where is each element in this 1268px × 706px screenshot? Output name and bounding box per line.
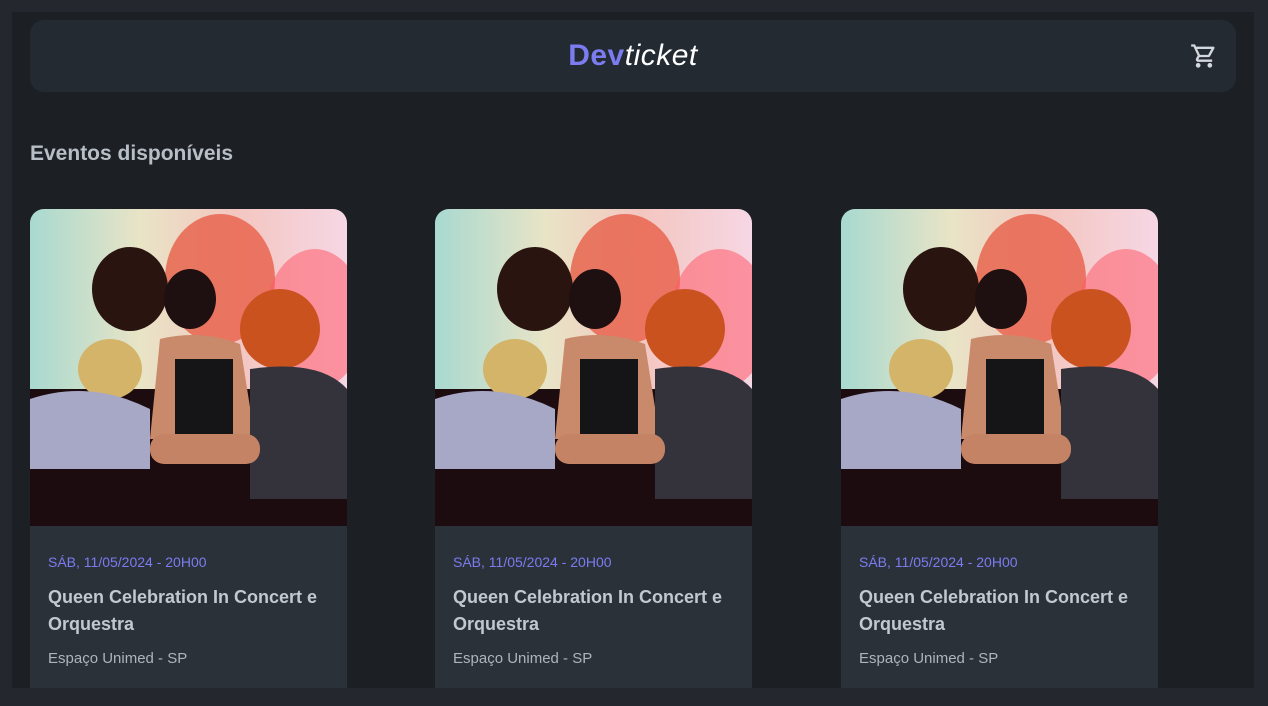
event-title: Queen Celebration In Concert e Orquestra: [453, 587, 723, 634]
event-venue: Espaço Unimed - SP: [453, 650, 593, 667]
event-card[interactable]: SÁB, 11/05/2024 - 20H00 Queen Celebratio…: [841, 209, 1158, 688]
logo-dev: Dev: [568, 39, 625, 72]
cart-button[interactable]: [1190, 42, 1218, 70]
logo-ticket: ticket: [624, 39, 698, 72]
event-image: [841, 209, 1158, 526]
event-date: SÁB, 11/05/2024 - 20H00: [453, 554, 612, 570]
event-venue: Espaço Unimed - SP: [48, 650, 188, 667]
event-image: [435, 209, 752, 526]
event-date: SÁB, 11/05/2024 - 20H00: [859, 554, 1018, 570]
event-card[interactable]: SÁB, 11/05/2024 - 20H00 Queen Celebratio…: [30, 209, 347, 688]
event-venue: Espaço Unimed - SP: [859, 650, 999, 667]
event-title: Queen Celebration In Concert e Orquestra: [859, 587, 1129, 634]
event-image: [30, 209, 347, 526]
event-title: Queen Celebration In Concert e Orquestra: [48, 587, 318, 634]
cart-icon: [1191, 44, 1215, 68]
event-date: SÁB, 11/05/2024 - 20H00: [48, 554, 207, 570]
top-header: Devticket: [30, 20, 1236, 92]
event-card[interactable]: SÁB, 11/05/2024 - 20H00 Queen Celebratio…: [435, 209, 752, 688]
logo[interactable]: Devticket: [568, 39, 698, 73]
app-frame: Devticket Eventos disponíveis SÁB, 11/05…: [12, 12, 1254, 688]
section-title: Eventos disponíveis: [30, 142, 234, 165]
